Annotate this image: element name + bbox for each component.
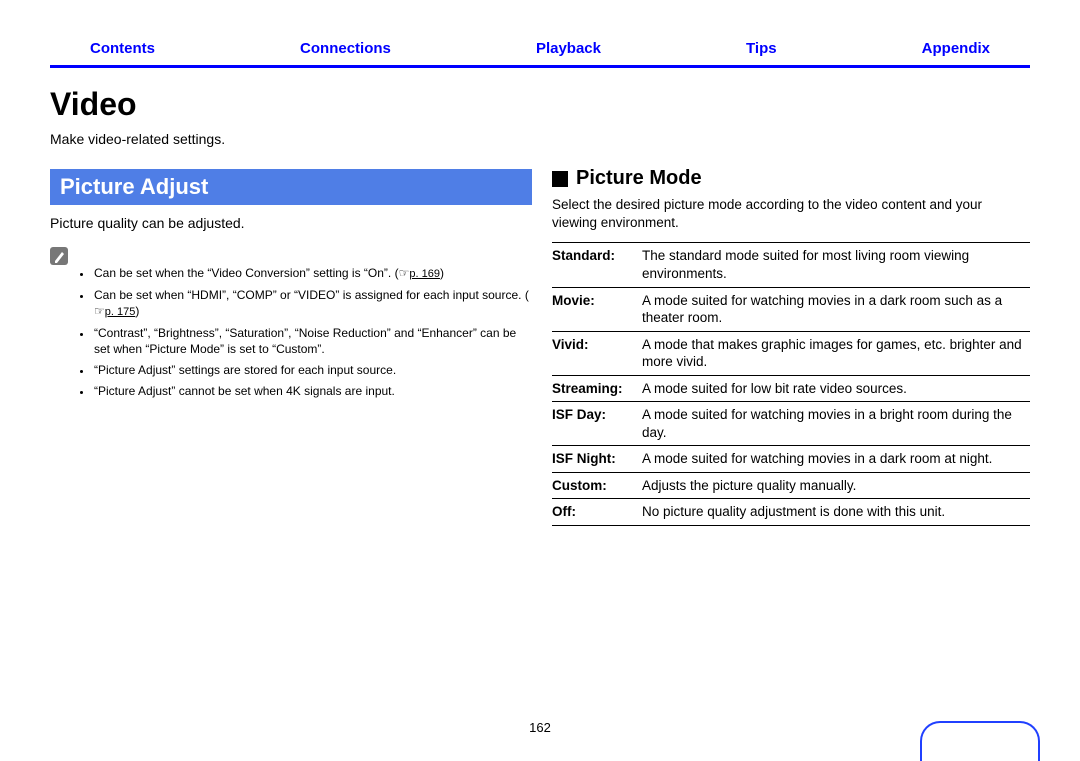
nav-contents[interactable]: Contents (90, 40, 155, 57)
table-row: ISF Night: A mode suited for watching mo… (552, 446, 1030, 473)
top-nav: Contents Connections Playback Tips Appen… (50, 40, 1030, 65)
mode-text: A mode suited for watching movies in a d… (642, 446, 1030, 473)
table-row: Standard: The standard mode suited for m… (552, 243, 1030, 287)
table-row: Vivid: A mode that makes graphic images … (552, 331, 1030, 375)
mode-text: A mode suited for watching movies in a b… (642, 402, 1030, 446)
table-row: Movie: A mode suited for watching movies… (552, 287, 1030, 331)
nav-rule (50, 65, 1030, 68)
notes-list: Can be set when the “Video Conversion” s… (78, 265, 532, 400)
picture-mode-table: Standard: The standard mode suited for m… (552, 242, 1030, 526)
mode-label: ISF Day: (552, 402, 642, 446)
page-number: 162 (0, 720, 1080, 735)
mode-label: ISF Night: (552, 446, 642, 473)
square-bullet-icon (552, 171, 568, 187)
table-row: Off: No picture quality adjustment is do… (552, 499, 1030, 526)
picture-mode-heading: Picture Mode (576, 167, 702, 190)
table-row: ISF Day: A mode suited for watching movi… (552, 402, 1030, 446)
picture-adjust-desc: Picture quality can be adjusted. (50, 215, 532, 231)
page-title: Video (50, 86, 1030, 123)
nav-appendix[interactable]: Appendix (922, 40, 990, 57)
mode-text: A mode suited for low bit rate video sou… (642, 375, 1030, 402)
note-item: Can be set when the “Video Conversion” s… (92, 265, 532, 282)
nav-tips[interactable]: Tips (746, 40, 777, 57)
picture-adjust-heading: Picture Adjust (50, 169, 532, 205)
note-item: “Picture Adjust” cannot be set when 4K s… (92, 383, 532, 399)
xref-p169[interactable]: p. 169 (409, 268, 440, 280)
mode-label: Vivid: (552, 331, 642, 375)
hand-icon: ☞ (94, 303, 105, 319)
mode-text: The standard mode suited for most living… (642, 243, 1030, 287)
mode-label: Streaming: (552, 375, 642, 402)
mode-text: No picture quality adjustment is done wi… (642, 499, 1030, 526)
mode-label: Standard: (552, 243, 642, 287)
mode-text: Adjusts the picture quality manually. (642, 472, 1030, 499)
mode-text: A mode suited for watching movies in a d… (642, 287, 1030, 331)
table-row: Streaming: A mode suited for low bit rat… (552, 375, 1030, 402)
page-intro: Make video-related settings. (50, 131, 1030, 147)
nav-playback[interactable]: Playback (536, 40, 601, 57)
table-row: Custom: Adjusts the picture quality manu… (552, 472, 1030, 499)
mode-label: Movie: (552, 287, 642, 331)
picture-mode-desc: Select the desired picture mode accordin… (552, 196, 1030, 232)
mode-label: Custom: (552, 472, 642, 499)
mode-text: A mode that makes graphic images for gam… (642, 331, 1030, 375)
xref-p175[interactable]: p. 175 (105, 306, 136, 318)
corner-tab (920, 721, 1040, 761)
note-item: Can be set when “HDMI”, “COMP” or “VIDEO… (92, 287, 532, 320)
note-item: “Picture Adjust” settings are stored for… (92, 362, 532, 378)
note-item: “Contrast”, “Brightness”, “Saturation”, … (92, 325, 532, 357)
hand-icon: ☞ (399, 265, 410, 281)
mode-label: Off: (552, 499, 642, 526)
pencil-icon (50, 247, 68, 265)
nav-connections[interactable]: Connections (300, 40, 391, 57)
